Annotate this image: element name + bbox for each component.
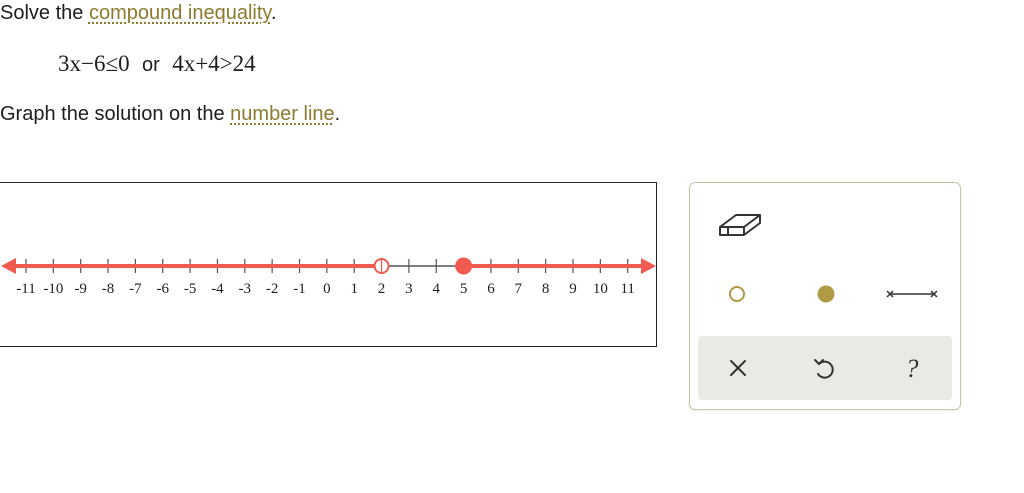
tick-label: -10 [43, 281, 63, 297]
tick-label: -2 [266, 281, 279, 297]
tick-label: -9 [74, 281, 87, 297]
clear-icon [730, 360, 746, 376]
graph-area[interactable]: -11 -10 -9 -8 -7 -6 -5 -4 -3 -2 -1 0 1 2 3 4 5 6 7 8 9 10 11 [0, 182, 657, 347]
clear-button[interactable] [718, 350, 758, 386]
tick-label: 0 [323, 281, 331, 297]
help-button[interactable]: ? [892, 350, 932, 386]
inequality-left: 3x−6≤0 [58, 51, 130, 76]
inequality-expression: 3x−6≤0 or 4x+4>24 [58, 50, 256, 77]
segment-tool[interactable] [884, 286, 940, 302]
inequality-right: 4x+4>24 [172, 51, 256, 76]
tick-label: 4 [433, 281, 441, 297]
tick-label: -1 [293, 281, 306, 297]
open-point-tool[interactable] [726, 283, 748, 305]
help-symbol: ? [906, 354, 919, 383]
instruction-graph: Graph the solution on the number line. [0, 103, 340, 126]
tick-label: 5 [460, 281, 468, 297]
eraser-tool[interactable] [716, 205, 766, 241]
closed-point-tool[interactable] [814, 282, 838, 306]
tick-label: -4 [211, 281, 224, 297]
tick-label: 6 [487, 281, 495, 297]
open-circle-icon [729, 286, 745, 302]
tick-label: -3 [239, 281, 252, 297]
tick-label: -7 [129, 281, 142, 297]
inequality-connector: or [142, 54, 160, 76]
closed-point-marker [455, 257, 473, 275]
undo-button[interactable] [805, 350, 845, 386]
instruction-graph-suffix: . [334, 103, 341, 125]
tick-label: 7 [515, 281, 523, 297]
tick-label: 10 [593, 281, 608, 297]
tick-label: -6 [157, 281, 170, 297]
segment-icon [886, 290, 938, 298]
graphing-toolbox: ? [689, 182, 961, 410]
tick-label: -8 [102, 281, 115, 297]
tick-label: -5 [184, 281, 197, 297]
number-line-link[interactable]: number line [230, 103, 335, 125]
tick-label: 1 [350, 281, 358, 297]
eraser-icon [719, 214, 761, 236]
tick-label: 9 [569, 281, 577, 297]
number-line-graph[interactable]: -11 -10 -9 -8 -7 -6 -5 -4 -3 -2 -1 0 1 2 3 4 5 6 7 8 9 10 11 [0, 183, 658, 348]
help-icon: ? [906, 354, 919, 383]
compound-inequality-link[interactable]: compound inequality [89, 2, 271, 24]
instruction-solve-prefix: Solve the [0, 2, 89, 24]
tick-label: 11 [620, 281, 634, 297]
instruction-graph-prefix: Graph the solution on the [0, 103, 231, 125]
undo-icon [814, 359, 834, 379]
tick-label: -11 [16, 281, 35, 297]
tick-label: 2 [378, 281, 386, 297]
instruction-solve-suffix: . [270, 2, 277, 24]
action-bar: ? [698, 336, 952, 400]
right-arrow-icon [641, 258, 656, 274]
closed-circle-icon [817, 285, 835, 303]
tick-label: 3 [405, 281, 413, 297]
instruction-solve: Solve the compound inequality. [0, 2, 277, 25]
tick-label: 8 [542, 281, 550, 297]
left-arrow-icon [1, 258, 16, 274]
